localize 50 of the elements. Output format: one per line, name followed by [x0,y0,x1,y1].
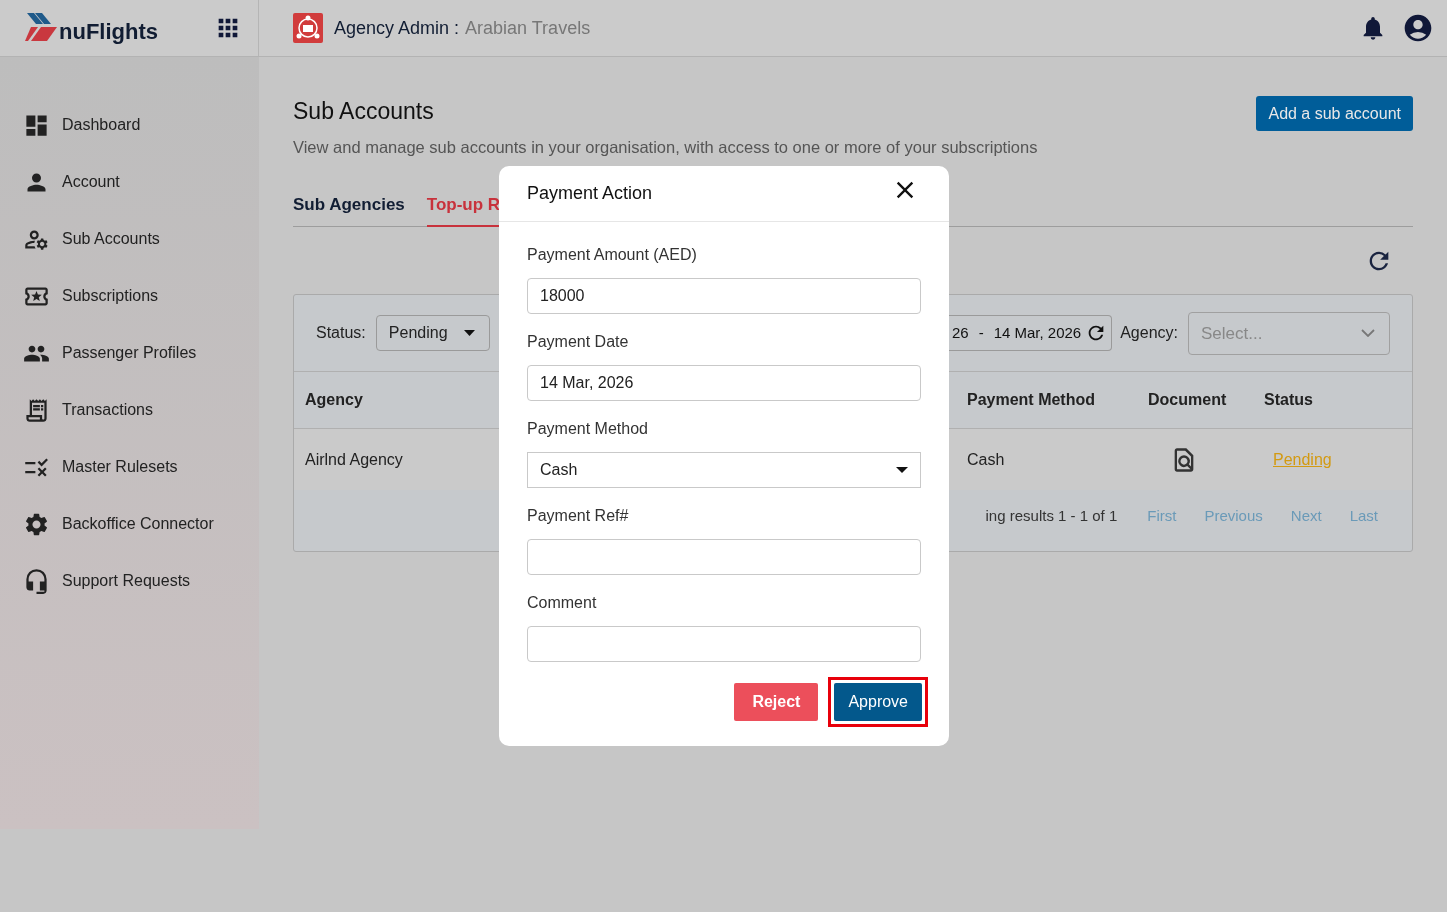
status-label: Status: [316,323,366,344]
date-separator: - [978,323,984,343]
date-start: 26 [951,323,969,343]
sidebar-item[interactable]: Master Rulesets [23,451,259,483]
dialog-title: Payment Action [527,182,653,205]
receipt-icon [23,396,50,424]
text-field[interactable]: 14 Mar, 2026 [527,365,921,401]
field-label: Payment Ref# [527,506,630,526]
logo-icon [25,13,57,43]
sidebar-item[interactable]: Subscriptions [23,280,259,312]
table-cell-text: Cash [966,449,1005,470]
results-summary: ing results 1 - 1 of 1 [985,505,1118,526]
dropdown-caret-icon [896,467,908,473]
page-subtitle: View and manage sub accounts in your organisation, with access to one or more of your subscriptions [293,136,1038,158]
payment-method-select[interactable]: Cash [527,452,921,488]
chevron-down-icon [1361,329,1375,338]
text-field[interactable] [527,539,921,575]
account-icon[interactable] [1402,12,1434,44]
dropdown-caret-icon [463,330,475,337]
sidebar-item[interactable]: Transactions [23,394,259,426]
sidebar-item[interactable]: Sub Accounts [23,223,259,255]
column-header: Document [1147,390,1227,411]
column-header: Payment Method [966,390,1095,411]
headset-icon [23,567,50,595]
page-title: Sub Accounts [293,97,435,126]
column-header: Agency [304,390,363,411]
tab[interactable]: Sub Agencies [293,191,405,228]
sidebar-item[interactable]: Passenger Profiles [23,337,259,369]
sidebar-item[interactable]: Account [23,166,259,198]
approve-button[interactable]: Approve [834,683,922,721]
agency-label: Agency: [1120,323,1178,344]
field-label: Payment Date [527,332,630,352]
field-label: Payment Method [527,419,649,439]
column-header: Status [1263,390,1313,411]
sidebar-item[interactable]: Backoffice Connector [23,508,259,540]
field-label: Payment Amount (AED) [527,245,698,265]
table-cell-text: Airlnd Agency [304,449,403,470]
field-label: Comment [527,593,598,613]
page-header-title: Agency Admin : [334,16,460,40]
reject-button[interactable]: Reject [734,683,819,721]
sidebar-item[interactable]: Support Requests [23,565,259,597]
agency-icon [293,13,323,43]
add-sub-account-button[interactable]: Add a sub account [1256,96,1413,131]
text-field[interactable]: 18000 [527,278,921,314]
text-field[interactable] [527,626,921,662]
agency-name: Arabian Travels [465,16,591,40]
status-select[interactable]: Pending [375,315,490,352]
logo-text: nuFlights [59,21,158,43]
date-end: 14 Mar, 2026 [993,323,1082,343]
sidebar-item[interactable]: Dashboard [23,109,259,141]
